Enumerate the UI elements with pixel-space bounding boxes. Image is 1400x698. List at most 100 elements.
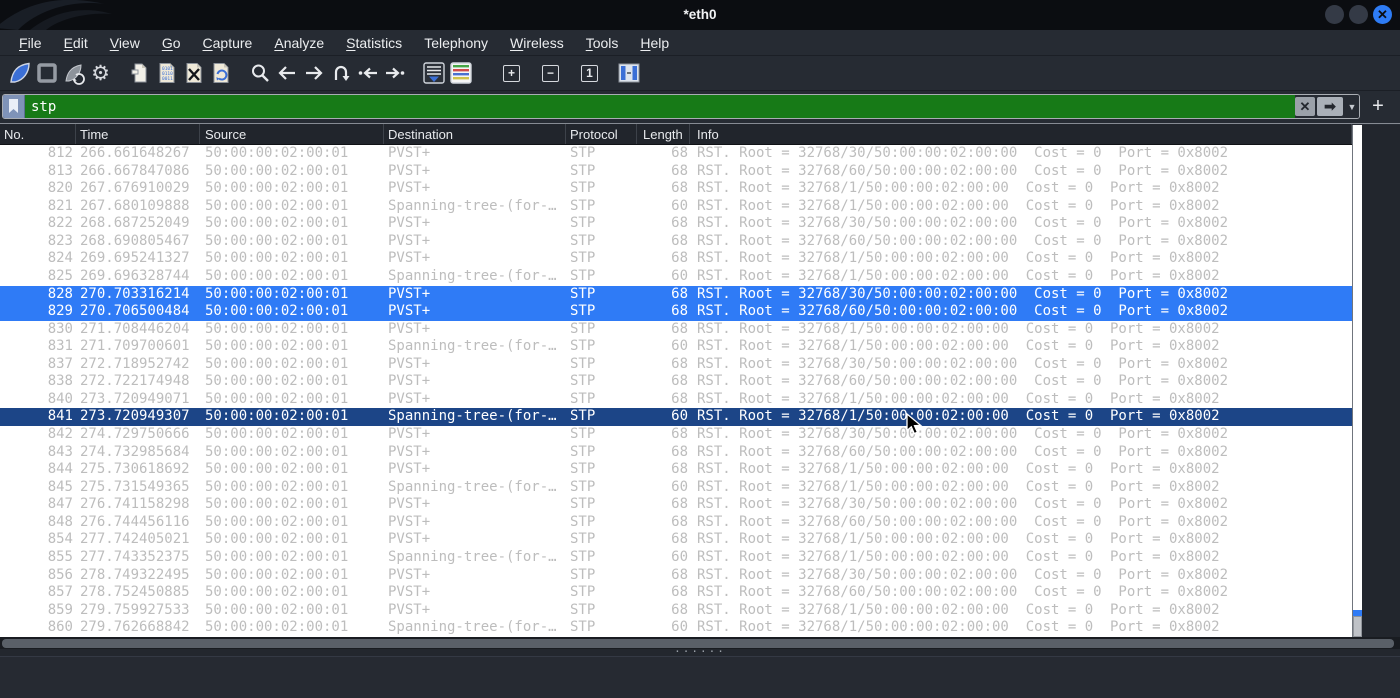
- column-header-info[interactable]: Info: [690, 124, 1352, 144]
- zoom-out-button[interactable]: −: [537, 60, 564, 87]
- packet-row-813[interactable]: 813 266.667847086 50:00:00:02:00:01 PVST…: [0, 163, 1352, 181]
- column-header-no[interactable]: No.: [0, 124, 76, 144]
- cell-length: 68: [671, 373, 688, 390]
- packet-row-842[interactable]: 842 274.729750666 50:00:00:02:00:01 PVST…: [0, 426, 1352, 444]
- packet-row-822[interactable]: 822 268.687252049 50:00:00:02:00:01 PVST…: [0, 215, 1352, 233]
- minimize-button[interactable]: [1325, 5, 1344, 24]
- add-filter-button[interactable]: +: [1366, 94, 1390, 119]
- zoom-original-button[interactable]: 1: [576, 60, 603, 87]
- packet-row-820[interactable]: 820 267.676910029 50:00:00:02:00:01 PVST…: [0, 180, 1352, 198]
- menu-analyze[interactable]: Analyze: [263, 32, 335, 54]
- save-file-button[interactable]: 0101 0110 0011: [153, 60, 180, 87]
- packet-row-825[interactable]: 825 269.696328744 50:00:00:02:00:01 Span…: [0, 268, 1352, 286]
- cell-time: 275.730618692: [80, 461, 190, 478]
- packet-row-859[interactable]: 859 279.759927533 50:00:00:02:00:01 PVST…: [0, 602, 1352, 620]
- menu-file[interactable]: File: [8, 32, 53, 54]
- cell-protocol: STP: [570, 355, 596, 372]
- column-header-len[interactable]: Length: [637, 124, 690, 144]
- column-header-proto[interactable]: Protocol: [566, 124, 637, 144]
- packet-row-857[interactable]: 857 278.752450885 50:00:00:02:00:01 PVST…: [0, 584, 1352, 602]
- cell-protocol: STP: [570, 496, 596, 513]
- packet-row-831[interactable]: 831 271.709700601 50:00:00:02:00:01 Span…: [0, 338, 1352, 356]
- start-capture-button[interactable]: [6, 60, 33, 87]
- packet-row-838[interactable]: 838 272.722174948 50:00:00:02:00:01 PVST…: [0, 373, 1352, 391]
- column-header-time[interactable]: Time: [76, 124, 200, 144]
- restart-capture-button[interactable]: [60, 60, 87, 87]
- resize-columns-button[interactable]: [615, 60, 642, 87]
- cell-protocol: STP: [570, 531, 596, 548]
- column-header-dst[interactable]: Destination: [384, 124, 566, 144]
- menu-view[interactable]: View: [99, 32, 151, 54]
- packet-row-844[interactable]: 844 275.730618692 50:00:00:02:00:01 PVST…: [0, 461, 1352, 479]
- cell-info: RST. Root = 32768/1/50:00:00:02:00:00 Co…: [697, 619, 1220, 636]
- colorize-packets-button[interactable]: [447, 60, 474, 87]
- reload-file-button[interactable]: [207, 60, 234, 87]
- display-filter-input[interactable]: [25, 95, 1295, 118]
- packet-row-829[interactable]: 829 270.706500484 50:00:00:02:00:01 PVST…: [0, 303, 1352, 321]
- column-header-src[interactable]: Source: [200, 124, 384, 144]
- zoom-original-icon: 1: [581, 64, 598, 82]
- cell-time: 271.709700601: [80, 338, 190, 355]
- packet-row-824[interactable]: 824 269.695241327 50:00:00:02:00:01 PVST…: [0, 250, 1352, 268]
- packet-row-848[interactable]: 848 276.744456116 50:00:00:02:00:01 PVST…: [0, 514, 1352, 532]
- pane-splitter[interactable]: ······: [0, 646, 1400, 657]
- clear-filter-button[interactable]: ✕: [1295, 97, 1315, 116]
- vertical-scrollbar-handle[interactable]: [1353, 616, 1362, 637]
- menu-go[interactable]: Go: [151, 32, 192, 54]
- packet-row-823[interactable]: 823 268.690805467 50:00:00:02:00:01 PVST…: [0, 233, 1352, 251]
- menu-statistics[interactable]: Statistics: [335, 32, 413, 54]
- packet-row-830[interactable]: 830 271.708446204 50:00:00:02:00:01 PVST…: [0, 321, 1352, 339]
- menu-help[interactable]: Help: [629, 32, 680, 54]
- cell-no: 812: [47, 145, 73, 161]
- find-packet-button[interactable]: [246, 60, 273, 87]
- maximize-button[interactable]: [1349, 5, 1368, 24]
- go-last-packet-button[interactable]: [381, 60, 408, 87]
- cell-protocol: STP: [570, 426, 596, 442]
- apply-filter-button[interactable]: ➡: [1317, 97, 1343, 116]
- menu-telephony[interactable]: Telephony: [413, 32, 499, 54]
- cell-source: 50:00:00:02:00:01: [205, 232, 349, 249]
- packet-row-854[interactable]: 854 277.742405021 50:00:00:02:00:01 PVST…: [0, 531, 1352, 549]
- packet-row-837[interactable]: 837 272.718952742 50:00:00:02:00:01 PVST…: [0, 356, 1352, 374]
- vertical-scrollbar[interactable]: [1353, 125, 1362, 637]
- close-file-button[interactable]: [180, 60, 207, 87]
- cell-info: RST. Root = 32768/30/50:00:00:02:00:00 C…: [697, 215, 1229, 232]
- filter-bookmark-button[interactable]: [3, 95, 25, 118]
- menu-tools[interactable]: Tools: [575, 32, 630, 54]
- capture-options-button[interactable]: ⚙: [87, 60, 114, 87]
- zoom-in-button[interactable]: +: [498, 60, 525, 87]
- go-forward-button[interactable]: [300, 60, 327, 87]
- go-to-packet-button[interactable]: [327, 60, 354, 87]
- packet-row-845[interactable]: 845 275.731549365 50:00:00:02:00:01 Span…: [0, 479, 1352, 497]
- cell-protocol: STP: [570, 373, 596, 390]
- cell-protocol: STP: [570, 443, 596, 460]
- packet-row-841[interactable]: 841 273.720949307 50:00:00:02:00:01 Span…: [0, 408, 1352, 426]
- filter-history-caret[interactable]: ▼: [1345, 95, 1359, 118]
- packet-row-821[interactable]: 821 267.680109888 50:00:00:02:00:01 Span…: [0, 198, 1352, 216]
- packet-row-856[interactable]: 856 278.749322495 50:00:00:02:00:01 PVST…: [0, 567, 1352, 585]
- cell-destination: PVST+: [388, 531, 431, 548]
- packet-list-header: No. Time Source Destination Protocol Length In…: [0, 124, 1352, 145]
- packet-row-843[interactable]: 843 274.732985684 50:00:00:02:00:01 PVST…: [0, 444, 1352, 462]
- cell-no: 823: [47, 232, 73, 249]
- menu-wireless[interactable]: Wireless: [499, 32, 575, 54]
- go-first-packet-button[interactable]: [354, 60, 381, 87]
- cell-no: 822: [47, 215, 73, 232]
- cell-protocol: STP: [570, 180, 596, 197]
- auto-scroll-button[interactable]: [420, 60, 447, 87]
- packet-row-855[interactable]: 855 277.743352375 50:00:00:02:00:01 Span…: [0, 549, 1352, 567]
- goto-arrow-icon: [334, 65, 349, 81]
- menu-capture[interactable]: Capture: [192, 32, 264, 54]
- packet-row-840[interactable]: 840 273.720949071 50:00:00:02:00:01 PVST…: [0, 391, 1352, 409]
- packet-row-828[interactable]: 828 270.703316214 50:00:00:02:00:01 PVST…: [0, 285, 1352, 304]
- cell-destination: PVST+: [388, 232, 431, 249]
- open-file-button[interactable]: [126, 60, 153, 87]
- packet-row-860[interactable]: 860 279.762668842 50:00:00:02:00:01 Span…: [0, 619, 1352, 637]
- close-button[interactable]: ✕: [1373, 5, 1392, 24]
- title-bar: *eth0 ✕: [0, 0, 1400, 30]
- packet-row-812[interactable]: 812 266.661648267 50:00:00:02:00:01 PVST…: [0, 145, 1352, 163]
- stop-capture-button[interactable]: [33, 60, 60, 87]
- go-back-button[interactable]: [273, 60, 300, 87]
- menu-edit[interactable]: Edit: [53, 32, 99, 54]
- packet-row-847[interactable]: 847 276.741158298 50:00:00:02:00:01 PVST…: [0, 496, 1352, 514]
